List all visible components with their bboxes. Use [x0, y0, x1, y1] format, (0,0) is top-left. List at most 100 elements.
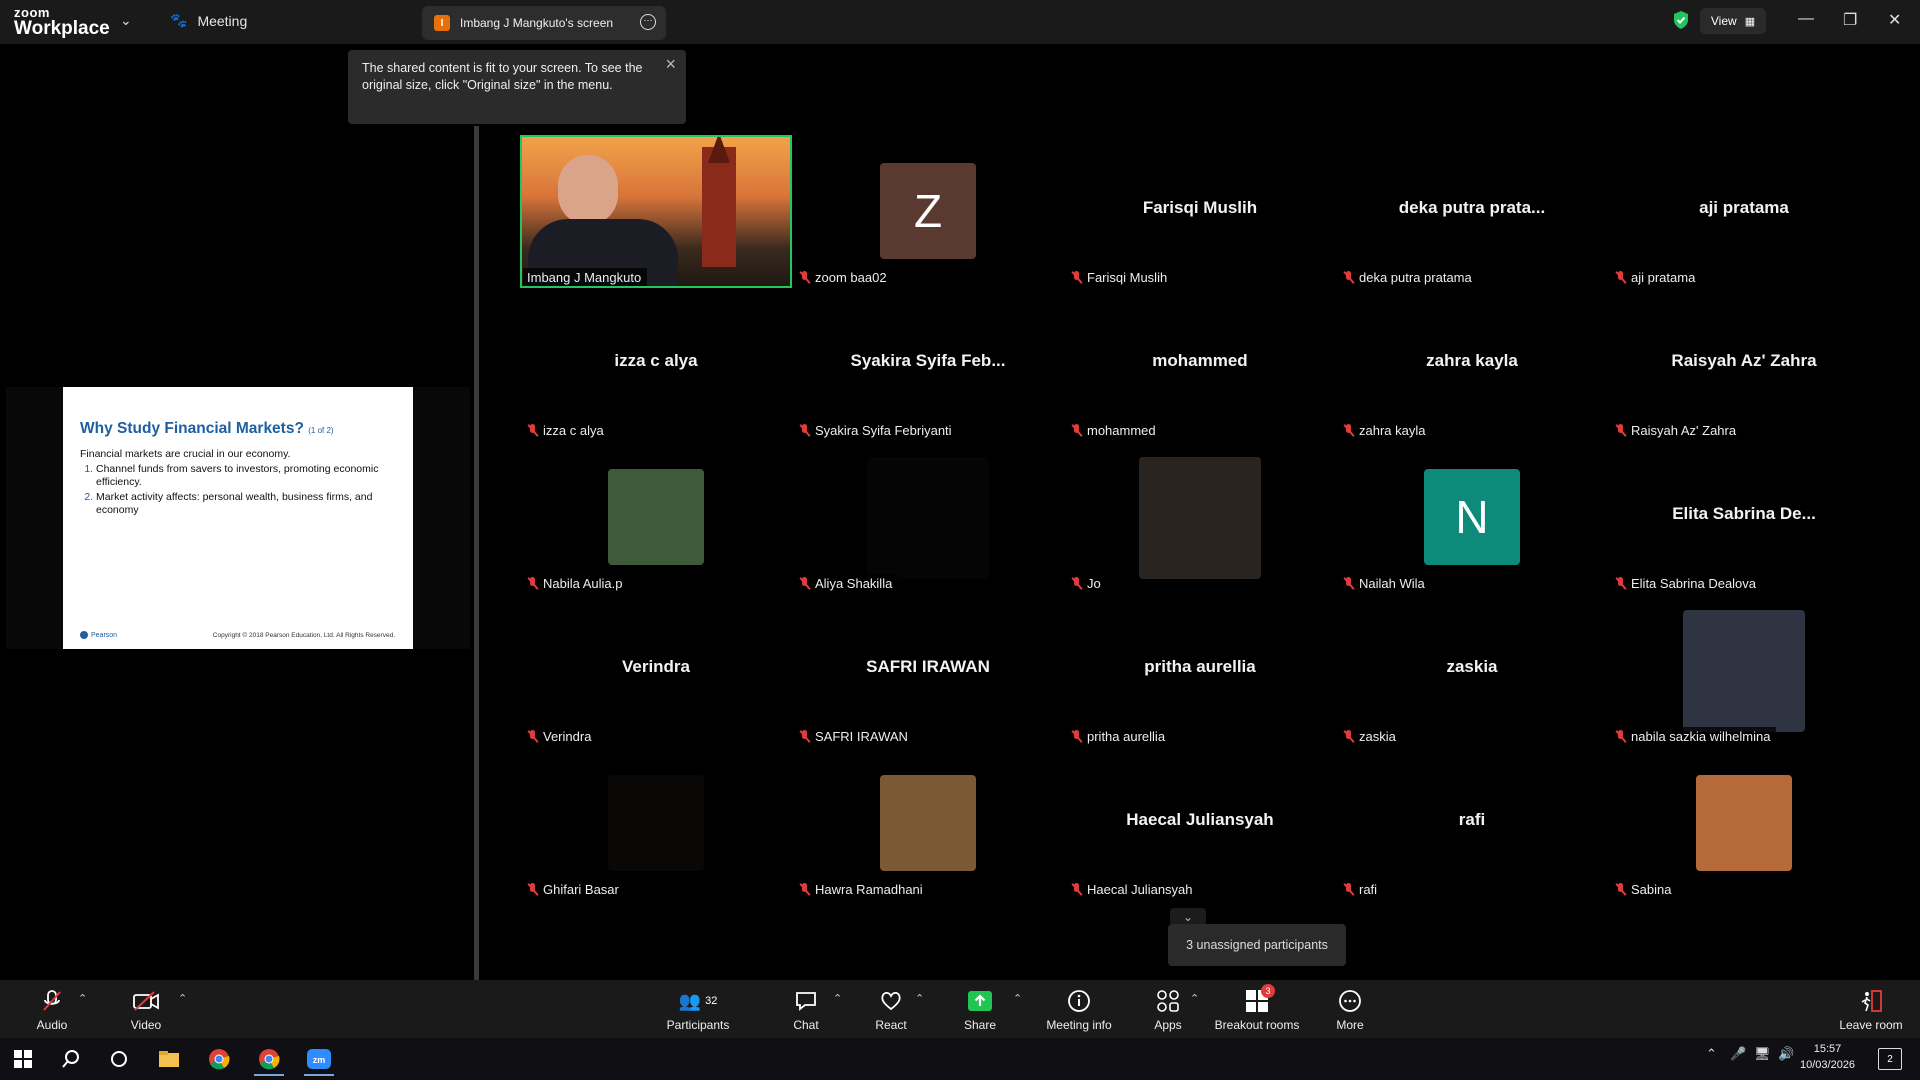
- split-divider[interactable]: [474, 126, 479, 980]
- meeting-menu[interactable]: 🐾 Meeting: [170, 12, 247, 29]
- breakout-rooms-button[interactable]: 3 Breakout rooms: [1214, 980, 1300, 1038]
- task-view-icon[interactable]: [104, 1044, 134, 1074]
- participant-tile[interactable]: izza c alya izza c alya: [520, 288, 792, 441]
- participant-tile[interactable]: Raisyah Az' Zahra Raisyah Az' Zahra: [1608, 288, 1880, 441]
- participant-tile[interactable]: zaskia zaskia: [1336, 594, 1608, 747]
- avatar: Z: [880, 163, 976, 259]
- slide-intro: Financial markets are crucial in our eco…: [80, 448, 291, 460]
- video-button[interactable]: Video: [122, 980, 170, 1038]
- participant-display-name: Farisqi Muslih: [1142, 198, 1258, 217]
- share-button[interactable]: Share: [962, 980, 998, 1038]
- mic-muted-icon: [527, 882, 538, 896]
- participant-tile[interactable]: Farisqi Muslih Farisqi Muslih: [1064, 135, 1336, 288]
- mic-muted-icon: [527, 576, 538, 590]
- file-explorer-icon[interactable]: [154, 1044, 184, 1074]
- participant-tile[interactable]: Elita Sabrina De... Elita Sabrina Dealova: [1608, 441, 1880, 594]
- paw-icon: 🐾: [170, 12, 188, 28]
- participant-display-name: deka putra prata...: [1398, 198, 1546, 217]
- leave-room-button[interactable]: Leave room: [1838, 980, 1904, 1038]
- meeting-info-button[interactable]: Meeting info: [1042, 980, 1116, 1038]
- participant-name: Raisyah Az' Zahra: [1631, 422, 1737, 438]
- participant-tile[interactable]: Nabila Aulia.p: [520, 441, 792, 594]
- participant-tile[interactable]: Aliya Shakilla: [792, 441, 1064, 594]
- participant-tile[interactable]: Verindra Verindra: [520, 594, 792, 747]
- participant-photo: [608, 775, 704, 871]
- unassigned-participants-notice[interactable]: 3 unassigned participants: [1168, 924, 1346, 966]
- breakout-badge: 3: [1261, 984, 1275, 998]
- chevron-up-icon[interactable]: ⌃: [833, 992, 842, 1005]
- participant-tile[interactable]: Imbang J Mangkuto: [520, 135, 792, 288]
- chevron-up-icon[interactable]: ⌃: [915, 992, 924, 1005]
- participant-name: Elita Sabrina Dealova: [1631, 575, 1757, 591]
- microphone-icon[interactable]: 🎤: [1730, 1046, 1746, 1062]
- chevron-up-icon[interactable]: ⌃: [1013, 992, 1022, 1005]
- notification-icon[interactable]: 2: [1878, 1048, 1902, 1070]
- participant-photo: [608, 469, 704, 565]
- participant-tile[interactable]: Sabina: [1608, 747, 1880, 900]
- share-tab-title: Imbang J Mangkuto's screen: [460, 16, 614, 30]
- slide-points: Channel funds from savers to investors, …: [80, 463, 396, 519]
- mic-muted-icon: [527, 729, 538, 743]
- mic-muted-icon: [1343, 729, 1354, 743]
- close-icon[interactable]: ×: [665, 54, 676, 75]
- shield-icon[interactable]: [1672, 10, 1690, 35]
- participant-tile[interactable]: mohammed mohammed: [1064, 288, 1336, 441]
- video-off-icon: [132, 988, 160, 1014]
- participant-tile[interactable]: SAFRI IRAWAN SAFRI IRAWAN: [792, 594, 1064, 747]
- mic-muted-icon: [799, 729, 810, 743]
- participant-tile[interactable]: Zzoom baa02: [792, 135, 1064, 288]
- mic-muted-icon: [1343, 270, 1354, 284]
- apps-icon: [1156, 988, 1180, 1014]
- people-icon: 👥 32: [678, 990, 718, 1011]
- participants-button[interactable]: 👥 32 Participants: [662, 980, 734, 1038]
- participant-tile[interactable]: nabila sazkia wilhelmina: [1608, 594, 1880, 747]
- chevron-up-icon[interactable]: ⌃: [78, 992, 87, 1005]
- shared-screen[interactable]: Why Study Financial Markets? (1 of 2) Fi…: [6, 387, 470, 649]
- participant-tile[interactable]: Hawra Ramadhani: [792, 747, 1064, 900]
- network-icon[interactable]: 🖥: [1754, 1046, 1771, 1062]
- chrome-icon[interactable]: [204, 1044, 234, 1074]
- more-icon[interactable]: ···: [640, 14, 656, 30]
- more-button[interactable]: More: [1335, 980, 1365, 1038]
- chat-button[interactable]: Chat: [790, 980, 822, 1038]
- participant-tile[interactable]: zahra kayla zahra kayla: [1336, 288, 1608, 441]
- participant-tile[interactable]: rafi rafi: [1336, 747, 1608, 900]
- zoom-logo: zoom Workplace: [14, 5, 110, 39]
- participant-tile[interactable]: Ghifari Basar: [520, 747, 792, 900]
- participant-display-name: Verindra: [621, 657, 691, 676]
- slide-copyright: Copyright © 2018 Pearson Education, Ltd.…: [212, 632, 395, 639]
- mic-muted-icon: [1343, 576, 1354, 590]
- chevron-down-icon[interactable]: ⌄: [120, 12, 132, 29]
- participant-display-name: aji pratama: [1699, 198, 1789, 217]
- participant-tile[interactable]: Haecal Juliansyah Haecal Juliansyah: [1064, 747, 1336, 900]
- windows-taskbar: zm: [0, 1038, 1920, 1080]
- react-button[interactable]: React: [873, 980, 909, 1038]
- volume-icon[interactable]: 🔊: [1778, 1046, 1794, 1062]
- screen-share-tab[interactable]: I Imbang J Mangkuto's screen ···: [422, 6, 666, 40]
- participant-name-label: Elita Sabrina Dealova: [1611, 574, 1763, 592]
- participant-name: Imbang J Mangkuto: [527, 269, 642, 285]
- search-icon[interactable]: [56, 1044, 86, 1074]
- participant-tile[interactable]: aji pratama aji pratama: [1608, 135, 1880, 288]
- minimize-icon[interactable]: —: [1798, 10, 1814, 28]
- participant-tile[interactable]: Syakira Syifa Feb... Syakira Syifa Febriy…: [792, 288, 1064, 441]
- participant-display-name: Raisyah Az' Zahra: [1671, 351, 1817, 370]
- close-icon[interactable]: ✕: [1888, 10, 1901, 30]
- restore-icon[interactable]: ❐: [1843, 10, 1857, 30]
- participant-tile[interactable]: pritha aurellia pritha aurellia: [1064, 594, 1336, 747]
- participant-tile[interactable]: Jo: [1064, 441, 1336, 594]
- chevron-up-icon[interactable]: ⌃: [1706, 1046, 1717, 1062]
- audio-button[interactable]: Audio: [28, 980, 76, 1038]
- participant-display-name: Elita Sabrina De...: [1672, 504, 1816, 523]
- participant-name: Farisqi Muslih: [1087, 269, 1168, 285]
- participant-tile[interactable]: N Nailah Wila: [1336, 441, 1608, 594]
- zoom-app-icon[interactable]: zm: [304, 1044, 334, 1076]
- clock[interactable]: 15:57 10/03/2026: [1800, 1041, 1855, 1073]
- view-button[interactable]: View ▦: [1700, 8, 1766, 34]
- participant-tile[interactable]: deka putra prata... deka putra pratama: [1336, 135, 1608, 288]
- chrome-profile-icon[interactable]: [254, 1044, 284, 1076]
- windows-start-icon[interactable]: [8, 1044, 38, 1074]
- chevron-up-icon[interactable]: ⌃: [1190, 992, 1199, 1005]
- apps-button[interactable]: Apps: [1152, 980, 1184, 1038]
- chevron-up-icon[interactable]: ⌃: [178, 992, 187, 1005]
